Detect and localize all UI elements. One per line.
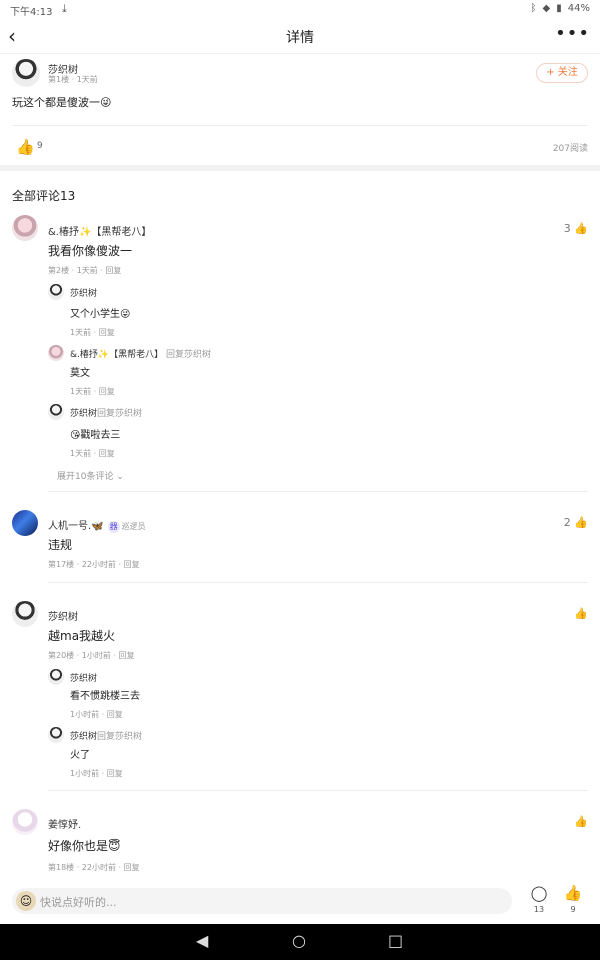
comment-meta[interactable]: 第17楼 · 22小时前 · 回复: [48, 559, 140, 570]
comment-avatar[interactable]: [12, 809, 38, 835]
wifi-icon: ◆: [542, 3, 551, 14]
reply-text: 莫文: [70, 368, 90, 379]
reply-meta[interactable]: 1小时前 · 回复: [70, 768, 123, 779]
reply-author-line[interactable]: 莎织树回复莎织树: [70, 406, 142, 419]
reply-author[interactable]: 莎织树: [70, 286, 97, 299]
reply-author[interactable]: 莎织树: [70, 409, 97, 419]
bluetooth-icon: ᛒ: [530, 3, 537, 14]
reply-target: 回复莎织树: [165, 350, 211, 360]
battery-icon: ▮: [556, 3, 562, 14]
thumbs-up-icon[interactable]: 👍: [574, 607, 588, 620]
comment-text: 越ma我越火: [48, 629, 116, 643]
page-title: 详情: [286, 30, 314, 46]
reply-target: 回复莎织树: [97, 732, 143, 742]
reply-avatar[interactable]: [48, 404, 64, 420]
download-icon: ⤓: [62, 2, 67, 15]
post-meta: 第1楼 · 1天前: [48, 75, 98, 84]
post-read-count: 207阅读: [552, 144, 588, 154]
follow-button[interactable]: + 关注: [536, 63, 588, 83]
post-text: 玩这个都是傻波一😜: [12, 96, 112, 109]
reply-target: 回复莎织树: [97, 409, 143, 419]
comment-bubble-icon[interactable]: ◯: [527, 884, 551, 902]
thumbs-up-icon: 👍: [574, 222, 588, 235]
reply-text: 又个小学生😜: [70, 309, 131, 320]
comment-input-placeholder: 快说点好听的...: [40, 896, 117, 909]
comment-meta[interactable]: 第20楼 · 1小时前 · 回复: [48, 650, 135, 661]
comment-author[interactable]: 人机一号.🦋: [48, 521, 104, 532]
title-bar: ‹ 详情 •••: [0, 18, 600, 54]
post-author-avatar[interactable]: [12, 59, 40, 87]
section-separator: [0, 165, 600, 171]
status-bar: 下午4:13 ⤓ ᛒ ◆ ▮ 44%: [0, 0, 600, 18]
comment-input[interactable]: ☺ 快说点好听的...: [12, 888, 512, 914]
reply-author[interactable]: 莎织树: [70, 671, 97, 684]
badge-label: 巡逻员: [121, 522, 146, 531]
reply-author[interactable]: 莎织树: [70, 732, 97, 742]
comment-author[interactable]: &.椿抒✨【黑帮老八】: [48, 223, 151, 238]
post-like-icon[interactable]: 👍: [16, 138, 35, 156]
post-like-count: 9: [37, 141, 43, 151]
comment-avatar[interactable]: [12, 215, 38, 241]
reply-meta[interactable]: 1天前 · 回复: [70, 448, 115, 459]
reply-avatar[interactable]: [48, 345, 64, 361]
divider: [48, 491, 588, 492]
reply-meta[interactable]: 1天前 · 回复: [70, 327, 115, 338]
reply-avatar[interactable]: [48, 284, 64, 300]
comment-avatar[interactable]: [12, 601, 38, 627]
comment-text: 违规: [48, 538, 73, 552]
divider: [12, 125, 588, 126]
reply-author-line[interactable]: &.椿抒✨【黑帮老八】 回复莎织树: [70, 347, 211, 360]
comment-meta[interactable]: 第18楼 · 22小时前 · 回复: [48, 862, 140, 873]
comment-author[interactable]: 莎织树: [48, 608, 78, 623]
divider: [48, 790, 588, 791]
comment-author[interactable]: 姜惇妤.: [48, 816, 81, 831]
reply-author-line[interactable]: 莎织树回复莎织树: [70, 729, 142, 742]
nav-home-icon[interactable]: ○: [292, 931, 306, 950]
comment-meta[interactable]: 第2楼 · 1天前 · 回复: [48, 265, 121, 276]
comment-like-count: 3: [563, 222, 571, 235]
thumbs-up-icon: 👍: [574, 516, 588, 529]
emoji-avatar-icon: ☺: [16, 891, 36, 911]
divider: [48, 582, 588, 583]
comment-text: 我看你像傻波一: [48, 244, 133, 258]
reply-avatar[interactable]: [48, 669, 64, 685]
comment-like-count: 2: [563, 516, 571, 529]
patrol-badge-icon: 器: [107, 521, 120, 533]
reply-text: 😘戳啦去三: [70, 430, 121, 441]
comment-text: 好像你也是😇: [48, 839, 121, 853]
nav-back-icon[interactable]: ◀: [196, 931, 208, 950]
system-nav-bar: ◀ ○ □: [0, 924, 600, 960]
comment-like[interactable]: 2 👍: [564, 516, 588, 529]
thumbs-up-icon[interactable]: 👍: [574, 815, 588, 828]
reply-meta[interactable]: 1小时前 · 回复: [70, 709, 123, 720]
status-time: 下午4:13: [10, 7, 53, 18]
reply-avatar[interactable]: [48, 727, 64, 743]
comment-avatar[interactable]: [12, 510, 38, 536]
comment-author-line[interactable]: 人机一号.🦋 器巡逻员: [48, 517, 146, 533]
battery-level: 44%: [567, 3, 590, 14]
nav-recents-icon[interactable]: □: [388, 931, 403, 950]
reply-text: 看不惯跳楼三去: [70, 691, 140, 702]
reply-meta[interactable]: 1天前 · 回复: [70, 386, 115, 397]
comment-like[interactable]: 3 👍: [564, 222, 588, 235]
expand-replies-link[interactable]: 展开10条评论 ⌄: [57, 469, 124, 482]
reply-text: 火了: [70, 750, 90, 761]
comments-heading: 全部评论13: [12, 189, 76, 203]
more-options-icon[interactable]: •••: [555, 23, 590, 44]
like-count: 9: [570, 905, 576, 914]
comment-count: 13: [533, 905, 545, 914]
reply-author[interactable]: &.椿抒✨【黑帮老八】: [70, 350, 163, 360]
thumbs-up-icon[interactable]: 👍: [561, 884, 585, 902]
